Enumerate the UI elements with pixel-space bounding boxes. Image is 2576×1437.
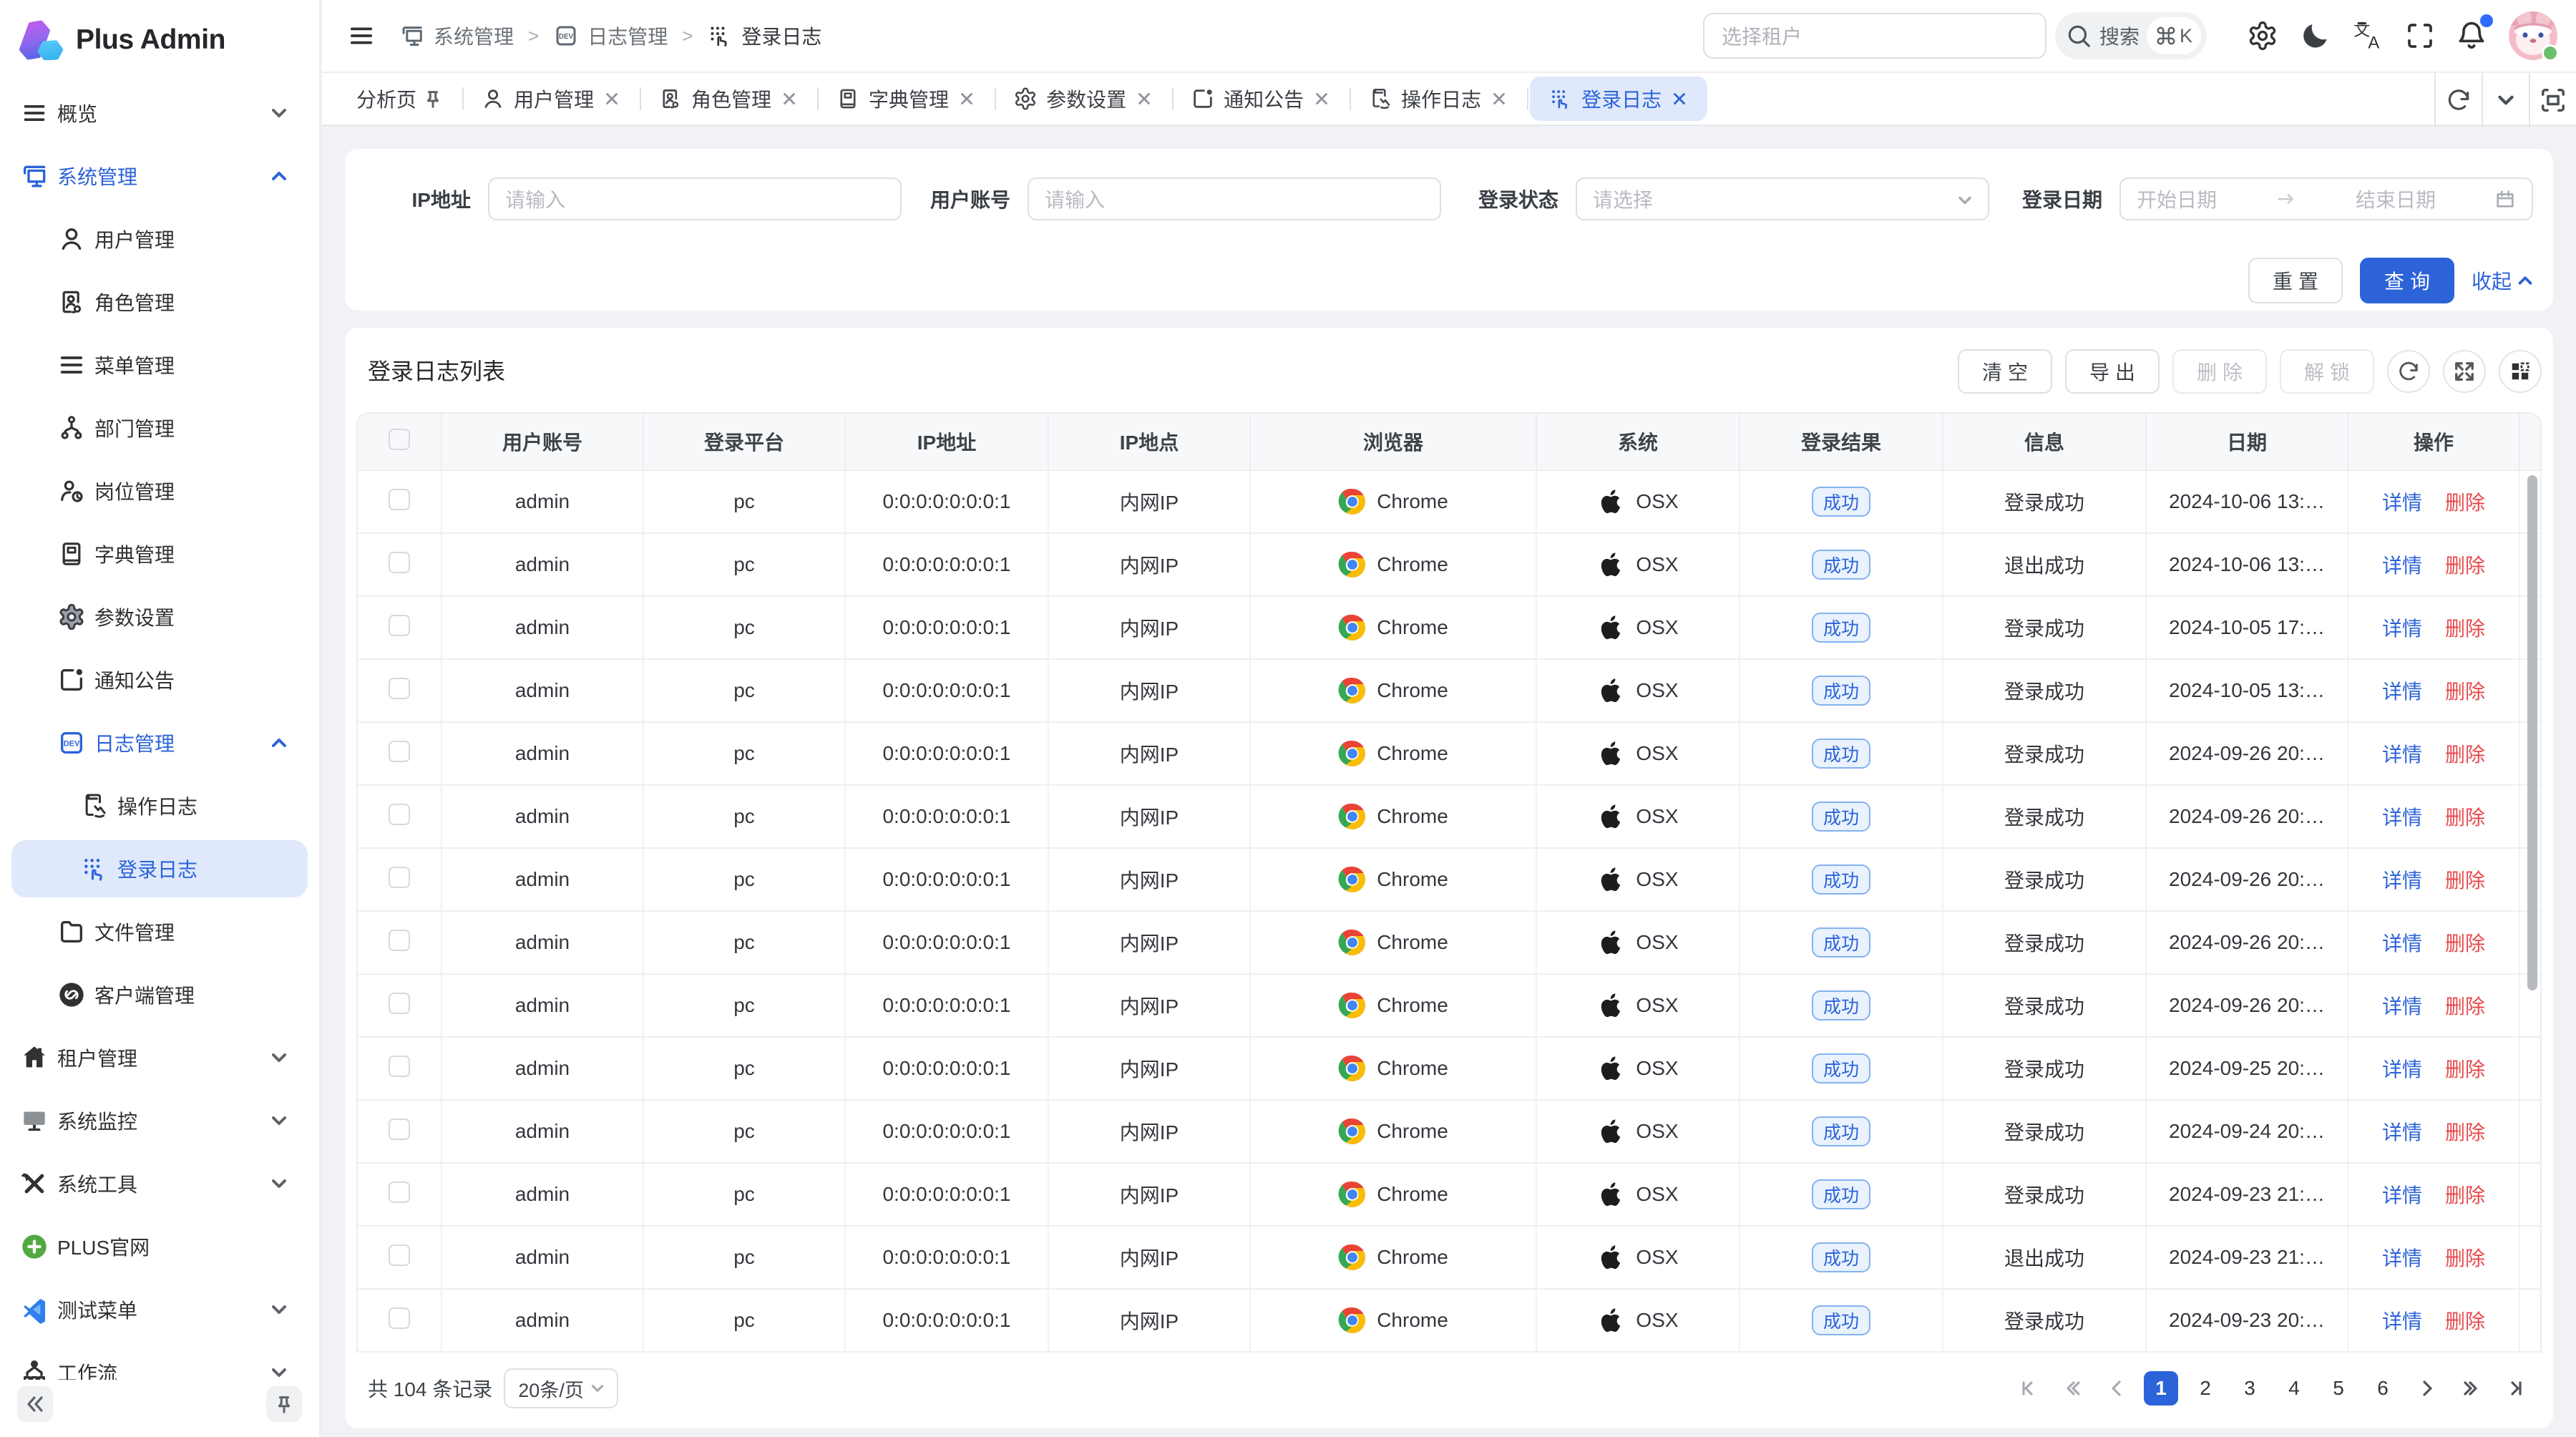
svg-text:DEV: DEV: [64, 739, 80, 748]
svg-text:A: A: [2368, 33, 2379, 52]
svg-text:DEV: DEV: [559, 33, 574, 41]
